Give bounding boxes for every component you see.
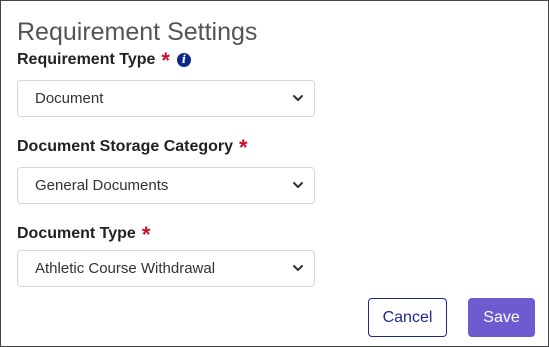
- requirement-type-label: Requirement Type: [17, 51, 156, 68]
- document-type-label: Document Type: [17, 225, 136, 242]
- required-asterisk: *: [239, 135, 248, 160]
- info-icon[interactable]: i: [176, 53, 191, 67]
- requirement-settings-panel: Requirement Settings Requirement Type * …: [0, 0, 549, 347]
- panel-title: Requirement Settings: [17, 18, 258, 46]
- required-asterisk: *: [161, 48, 170, 73]
- document-storage-category-label: Document Storage Category: [17, 138, 234, 155]
- document-storage-category-label-row: Document Storage Category *: [17, 135, 248, 160]
- requirement-type-select[interactable]: Document: [17, 80, 315, 117]
- document-storage-category-select[interactable]: General Documents: [17, 167, 315, 204]
- cancel-button[interactable]: Cancel: [368, 298, 447, 337]
- document-storage-category-value: General Documents: [35, 177, 169, 194]
- required-asterisk: *: [141, 222, 151, 247]
- document-type-select[interactable]: Athletic Course Withdrawal: [17, 250, 315, 287]
- save-button[interactable]: Save: [468, 298, 535, 337]
- chevron-down-icon: [293, 182, 303, 188]
- chevron-down-icon: [293, 95, 303, 101]
- chevron-down-icon: [293, 265, 303, 271]
- document-type-value: Athletic Course Withdrawal: [35, 260, 216, 277]
- document-type-label-row: Document Type *: [17, 222, 151, 247]
- requirement-type-value: Document: [35, 90, 104, 107]
- requirement-type-label-row: Requirement Type * i: [17, 48, 191, 73]
